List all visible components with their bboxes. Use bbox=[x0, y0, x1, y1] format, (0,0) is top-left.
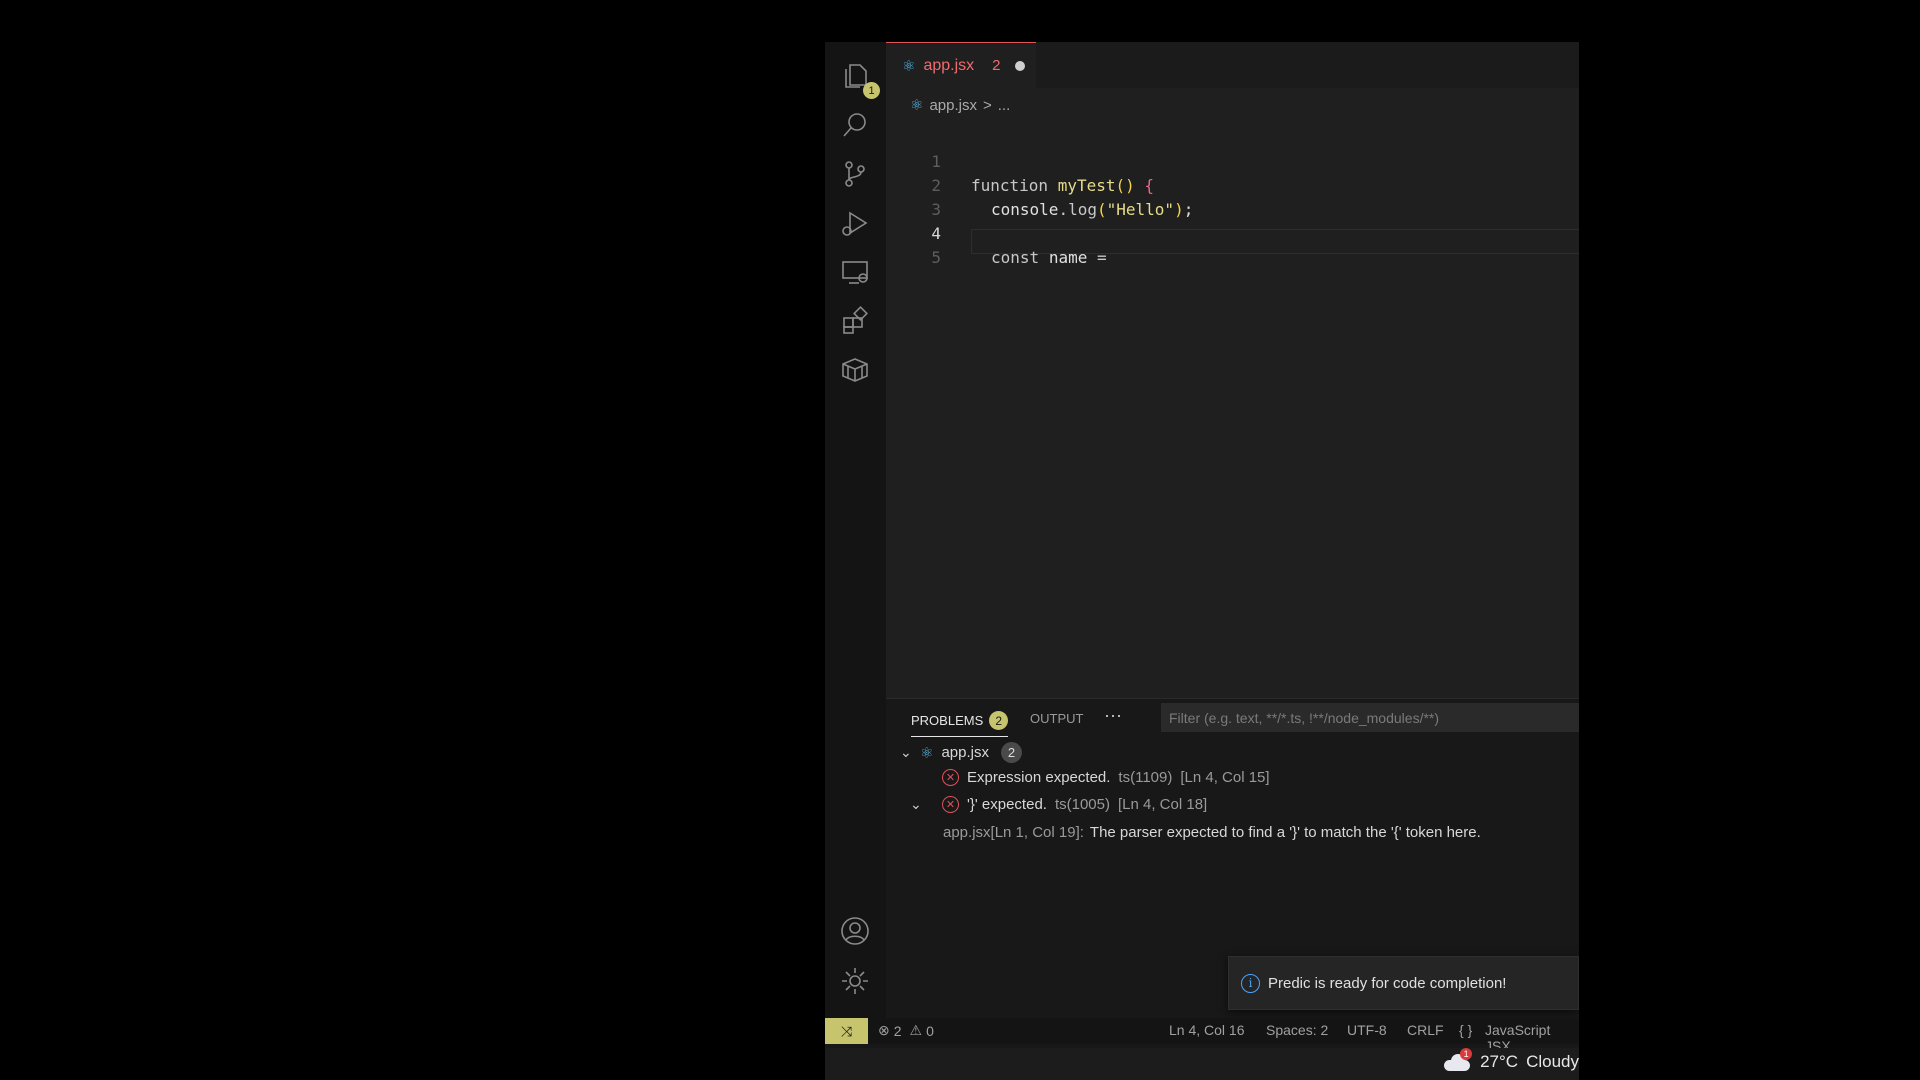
notification-message: Predic is ready for code completion! bbox=[1268, 974, 1507, 992]
braces-icon: { } bbox=[1459, 1022, 1473, 1038]
related-information[interactable]: app.jsx[Ln 1, Col 19]: The parser expect… bbox=[943, 824, 1481, 841]
tab-problems[interactable]: PROBLEMS 2 bbox=[911, 711, 1009, 737]
status-encoding[interactable]: UTF-8 bbox=[1347, 1022, 1387, 1038]
breadcrumb: ⚛ app.jsx > ... bbox=[910, 96, 1011, 115]
source-control-icon[interactable] bbox=[833, 152, 877, 196]
chevron-right-icon: > bbox=[982, 96, 992, 114]
breadcrumb-file[interactable]: app.jsx bbox=[929, 97, 977, 114]
weather-alert-badge: 1 bbox=[1460, 1048, 1473, 1060]
problem-item[interactable]: ⌄ ✕ '}' expected. ts(1005) [Ln 4, Col 18… bbox=[910, 796, 1207, 813]
tab-label: app.jsx bbox=[923, 56, 975, 74]
related-message: The parser expected to find a '}' to mat… bbox=[1089, 824, 1481, 841]
status-bar: ⤨ ⊗ 2 ⚠ 0 Ln 4, Col 16 Spaces: 2 UTF-8 C… bbox=[825, 1018, 1579, 1054]
vscode-window: 1 ⚛ app.jsx 2 ⚛ app.jsx > ... 1 function… bbox=[825, 42, 1579, 1054]
problem-message: Expression expected. bbox=[967, 769, 1111, 786]
tab-output[interactable]: OUTPUT bbox=[1030, 711, 1083, 726]
account-icon[interactable] bbox=[833, 909, 877, 953]
react-file-icon: ⚛ bbox=[920, 744, 934, 762]
problem-file-count: 2 bbox=[1000, 742, 1022, 763]
line-content: const name = bbox=[991, 248, 1107, 267]
related-source-link[interactable]: app.jsx[Ln 1, Col 19]: bbox=[943, 824, 1084, 841]
unsaved-dot-icon[interactable] bbox=[1014, 60, 1025, 71]
settings-gear-icon[interactable] bbox=[833, 959, 877, 1003]
status-eol[interactable]: CRLF bbox=[1407, 1022, 1444, 1038]
problem-location: [Ln 4, Col 15] bbox=[1180, 769, 1270, 786]
problem-location: [Ln 4, Col 18] bbox=[1117, 796, 1208, 813]
chevron-down-icon[interactable]: ⌄ bbox=[910, 796, 926, 813]
problem-code: ts(1005) bbox=[1054, 796, 1110, 813]
code-line: 5 bbox=[886, 222, 1579, 267]
remote-indicator-icon[interactable]: ⤨ bbox=[825, 1018, 868, 1044]
weather-condition: Cloudy bbox=[1526, 1052, 1579, 1071]
status-problems[interactable]: ⊗ 2 ⚠ 0 bbox=[878, 1022, 934, 1039]
code-line: 2 console.log("Hello"); bbox=[886, 150, 1579, 219]
problem-item[interactable]: ✕ Expression expected. ts(1109) [Ln 4, C… bbox=[942, 769, 1270, 786]
remote-explorer-icon[interactable] bbox=[833, 250, 877, 294]
breadcrumb-rest[interactable]: ... bbox=[998, 97, 1011, 114]
status-error-count: 2 bbox=[893, 1022, 902, 1039]
code-line: 4 const name = bbox=[886, 198, 1579, 267]
line-number: 5 bbox=[931, 248, 941, 267]
warning-icon: ⚠ bbox=[909, 1022, 923, 1038]
explorer-badge: 1 bbox=[863, 82, 880, 99]
status-cursor-position[interactable]: Ln 4, Col 16 bbox=[1169, 1022, 1245, 1038]
code-editor[interactable]: ⚛ app.jsx > ... 1 function myTest() { 2 … bbox=[886, 88, 1579, 738]
status-indentation[interactable]: Spaces: 2 bbox=[1266, 1022, 1328, 1038]
problem-file-name: app.jsx bbox=[941, 744, 989, 761]
code-line: 1 function myTest() { bbox=[886, 126, 1579, 195]
more-actions-icon[interactable]: ··· bbox=[1104, 705, 1122, 726]
error-icon: ✕ bbox=[942, 769, 959, 786]
containers-icon[interactable] bbox=[833, 348, 877, 392]
editor-tab-bar: ⚛ app.jsx 2 bbox=[886, 42, 1579, 88]
problem-message: '}' expected. bbox=[967, 796, 1047, 813]
notification-toast[interactable]: i Predic is ready for code completion! bbox=[1228, 956, 1579, 1010]
error-icon: ✕ bbox=[942, 796, 959, 813]
code-line: 3 bbox=[886, 174, 1579, 219]
run-debug-icon[interactable] bbox=[833, 201, 877, 245]
problems-filter-input[interactable] bbox=[1161, 703, 1579, 732]
weather-widget[interactable]: 1 27°C Cloudy bbox=[1442, 1048, 1579, 1072]
weather-temperature: 27°C bbox=[1480, 1052, 1519, 1071]
activity-bar: 1 bbox=[825, 42, 886, 1018]
tab-app-jsx[interactable]: ⚛ app.jsx 2 bbox=[886, 42, 1036, 88]
problem-file-group[interactable]: ⌄ ⚛ app.jsx 2 bbox=[900, 742, 1022, 763]
extensions-icon[interactable] bbox=[833, 299, 877, 343]
react-file-icon: ⚛ bbox=[902, 57, 916, 75]
error-icon: ⊗ bbox=[878, 1022, 890, 1038]
tab-problem-count: 2 bbox=[992, 57, 1001, 74]
problem-code: ts(1109) bbox=[1118, 769, 1173, 786]
tab-problems-label: PROBLEMS bbox=[911, 713, 984, 728]
chevron-down-icon[interactable]: ⌄ bbox=[900, 744, 916, 761]
info-icon: i bbox=[1241, 973, 1260, 993]
explorer-icon[interactable]: 1 bbox=[833, 54, 880, 99]
search-icon[interactable] bbox=[833, 103, 877, 147]
cloud-icon: 1 bbox=[1442, 1048, 1473, 1072]
taskbar: 1 27°C Cloudy bbox=[825, 1048, 1579, 1080]
react-file-icon: ⚛ bbox=[910, 97, 924, 114]
problems-count-badge: 2 bbox=[989, 711, 1009, 730]
status-warning-count: 0 bbox=[926, 1022, 934, 1039]
